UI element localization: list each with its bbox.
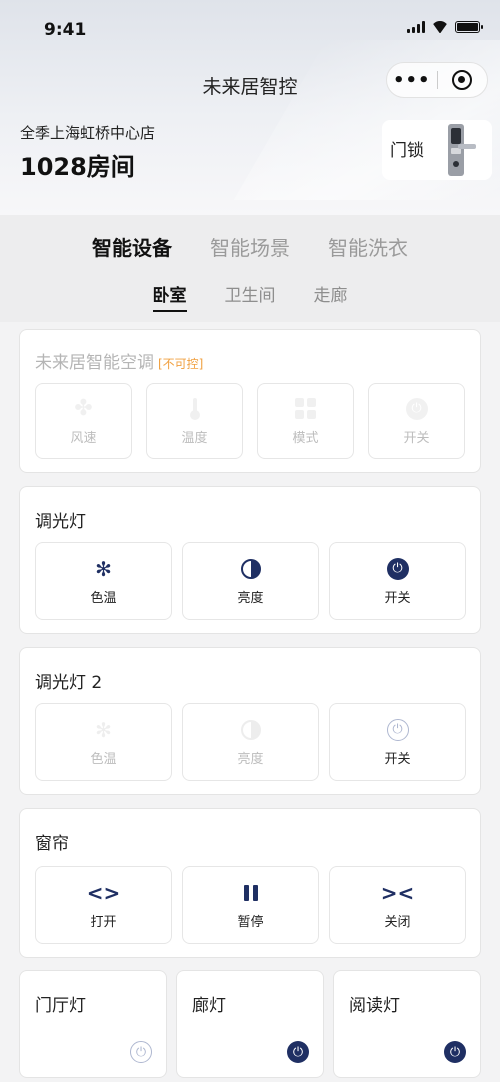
curtain-title: 窗帘: [35, 834, 69, 854]
dimmer2-color-temp-button[interactable]: ✻ 色温: [35, 703, 172, 781]
color-temperature-icon: ✻: [95, 556, 112, 581]
power-icon[interactable]: ⏻: [287, 1041, 309, 1063]
door-lock-button[interactable]: 门锁: [382, 120, 492, 180]
tab-smart-scenes[interactable]: 智能场景: [210, 232, 290, 261]
battery-icon: [455, 21, 483, 33]
reading-light-card[interactable]: 阅读灯 ⏻: [333, 970, 481, 1078]
aircon-fan-speed-button[interactable]: ✤ 风速: [35, 383, 132, 459]
dimmer-brightness-button[interactable]: 亮度: [182, 542, 319, 620]
dimmer-light-2-title: 调光灯 2: [35, 673, 103, 693]
aircon-name: 未来居智能空调: [35, 353, 154, 373]
power-icon: ⏻: [405, 397, 428, 420]
tab-bathroom[interactable]: 卫生间: [225, 281, 276, 312]
brightness-icon: [240, 719, 261, 740]
wifi-icon: [431, 21, 449, 33]
reading-light-label: 阅读灯: [349, 996, 400, 1016]
status-icons: [407, 21, 483, 33]
curtain-close-label: 关闭: [384, 914, 411, 930]
tab-smart-laundry[interactable]: 智能洗衣: [328, 232, 408, 261]
dimmer-brightness-label: 亮度: [237, 590, 264, 606]
power-icon: ⏻: [386, 718, 409, 741]
aircon-temperature-label: 温度: [181, 430, 208, 446]
open-arrows-icon: <>: [86, 880, 121, 905]
tab-corridor[interactable]: 走廊: [314, 281, 348, 312]
main-tabs: 智能设备 智能场景 智能洗衣: [0, 232, 500, 261]
aircon-card: 未来居智能空调 [不可控] ✤ 风速 温度 模式 ⏻ 开关: [19, 329, 481, 473]
grid-mode-icon: [295, 398, 316, 419]
close-arrows-icon: ><: [380, 880, 415, 905]
target-icon: [452, 70, 473, 90]
more-icon[interactable]: •••: [387, 70, 437, 91]
aircon-mode-label: 模式: [292, 430, 319, 446]
corridor-light-card[interactable]: 廊灯 ⏻: [176, 970, 324, 1078]
hall-light-card[interactable]: 门厅灯 ⏻: [19, 970, 167, 1078]
pause-icon: [243, 884, 258, 901]
aircon-mode-button[interactable]: 模式: [257, 383, 354, 459]
dimmer-light-title: 调光灯: [35, 512, 86, 532]
close-mini-program-button[interactable]: [438, 70, 488, 90]
aircon-power-button[interactable]: ⏻ 开关: [368, 383, 465, 459]
dimmer2-brightness-button[interactable]: 亮度: [182, 703, 319, 781]
hall-light-label: 门厅灯: [35, 996, 86, 1016]
curtain-pause-label: 暂停: [237, 914, 264, 930]
color-temperature-icon: ✻: [95, 717, 112, 742]
door-lock-icon: [448, 124, 476, 176]
aircon-fan-speed-label: 风速: [70, 430, 97, 446]
dimmer-power-button[interactable]: ⏻ 开关: [329, 542, 466, 620]
room-tabs: 卧室 卫生间 走廊: [0, 281, 500, 312]
signal-icon: [407, 21, 425, 33]
thermometer-icon: [189, 397, 200, 420]
aircon-title: 未来居智能空调 [不可控]: [35, 348, 203, 373]
dimmer-light-2-card: 调光灯 2 ✻ 色温 亮度 ⏻ 开关: [19, 647, 481, 795]
tab-smart-devices[interactable]: 智能设备: [92, 232, 172, 261]
power-icon[interactable]: ⏻: [130, 1041, 152, 1063]
mini-program-capsule: •••: [386, 62, 488, 98]
curtain-open-button[interactable]: <> 打开: [35, 866, 172, 944]
status-time: 9:41: [44, 20, 87, 40]
corridor-light-label: 廊灯: [192, 996, 226, 1016]
curtain-pause-button[interactable]: 暂停: [182, 866, 319, 944]
tab-bedroom[interactable]: 卧室: [152, 281, 187, 312]
power-icon: ⏻: [386, 557, 409, 580]
fan-icon: ✤: [74, 395, 93, 421]
dimmer-color-temp-button[interactable]: ✻ 色温: [35, 542, 172, 620]
dimmer2-brightness-label: 亮度: [237, 751, 264, 767]
power-icon[interactable]: ⏻: [444, 1041, 466, 1063]
store-name: 全季上海虹桥中心店: [20, 124, 156, 142]
dimmer-light-card: 调光灯 ✻ 色温 亮度 ⏻ 开关: [19, 486, 481, 634]
dimmer2-color-temp-label: 色温: [90, 751, 117, 767]
door-lock-label: 门锁: [390, 141, 424, 161]
curtain-close-button[interactable]: >< 关闭: [329, 866, 466, 944]
aircon-power-label: 开关: [403, 430, 430, 446]
brightness-icon: [240, 558, 261, 579]
curtain-open-label: 打开: [90, 914, 117, 930]
aircon-temperature-button[interactable]: 温度: [146, 383, 243, 459]
dimmer2-power-label: 开关: [384, 751, 411, 767]
dimmer-color-temp-label: 色温: [90, 590, 117, 606]
dimmer-power-label: 开关: [384, 590, 411, 606]
dimmer2-power-button[interactable]: ⏻ 开关: [329, 703, 466, 781]
room-number: 1028房间: [20, 153, 135, 181]
curtain-card: 窗帘 <> 打开 暂停 >< 关闭: [19, 808, 481, 958]
aircon-status: [不可控]: [158, 357, 204, 371]
